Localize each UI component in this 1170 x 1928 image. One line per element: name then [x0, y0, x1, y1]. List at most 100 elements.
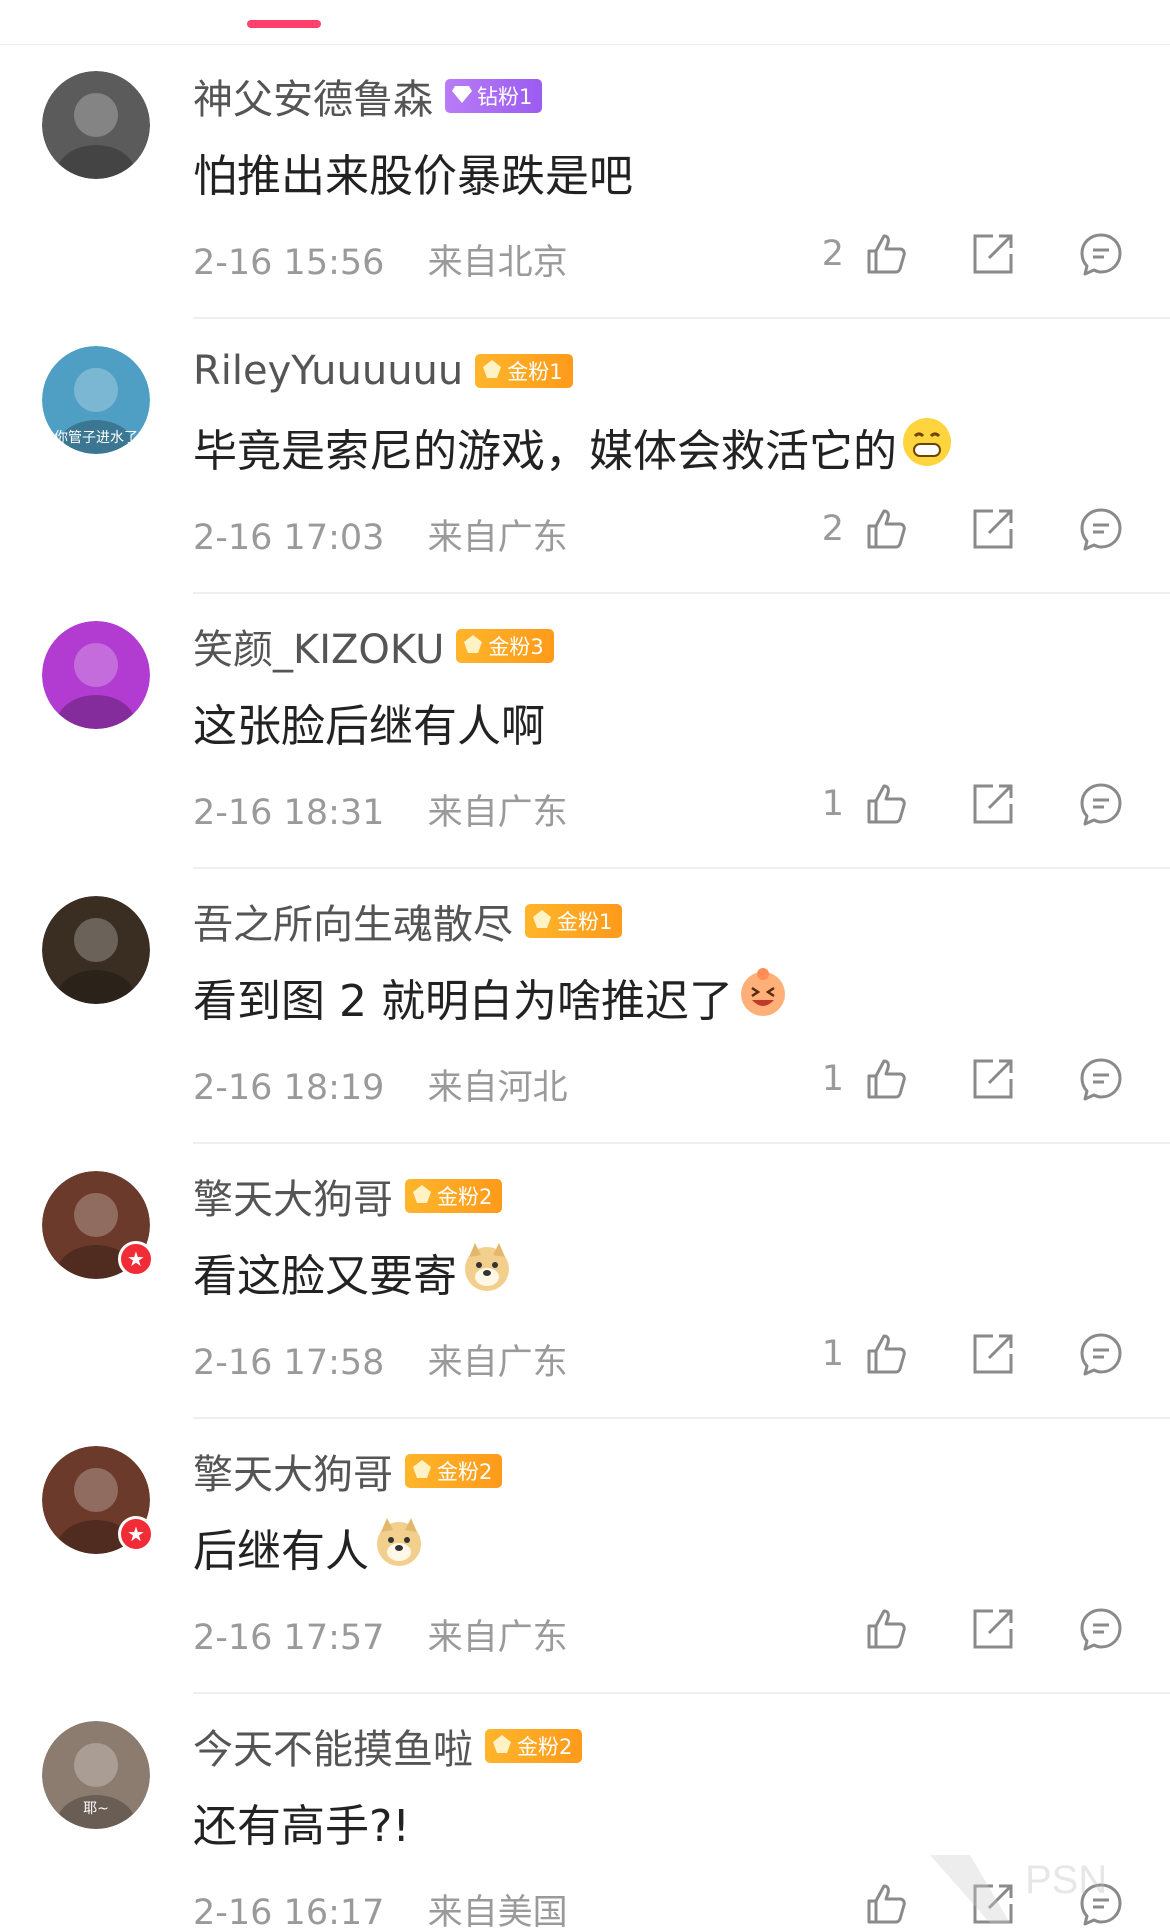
fan-level-label: 金粉2 — [517, 1735, 573, 1759]
laugh-emoji — [737, 966, 789, 1029]
fan-level-label: 金粉2 — [437, 1460, 493, 1484]
like-count: 1 — [821, 1059, 844, 1099]
comment-location: 来自北京 — [427, 243, 568, 283]
comment-meta: 2-16 18:31 来自广东 — [193, 784, 568, 835]
comment-text: 还有高手?! — [193, 1790, 410, 1854]
like-icon[interactable] — [862, 505, 910, 553]
avatar[interactable] — [42, 896, 150, 1004]
fan-level-badge[interactable]: 金粉2 — [485, 1729, 583, 1763]
like-icon[interactable] — [862, 780, 910, 828]
reply-icon[interactable] — [1077, 1605, 1125, 1653]
share-icon[interactable] — [969, 1605, 1017, 1653]
gold-fan-icon — [462, 633, 488, 660]
share-icon[interactable] — [969, 780, 1017, 828]
psn-watermark: PSN — [930, 1855, 1107, 1923]
reply-icon[interactable] — [1077, 230, 1125, 278]
gold-fan-icon — [481, 358, 507, 385]
comment-item[interactable]: ★ 擎天大狗哥 金粉2 后继有人 2-16 17:57 来自广东 — [0, 1419, 1170, 1694]
user-row: 擎天大狗哥 金粉2 — [193, 1167, 503, 1225]
fan-level-badge[interactable]: 钻粉1 — [445, 79, 543, 113]
avatar[interactable] — [42, 71, 150, 179]
comment-meta: 2-16 17:03 来自广东 — [193, 509, 568, 560]
avatar[interactable]: 耶~ — [42, 1721, 150, 1829]
comment-time: 2-16 18:19 — [193, 1068, 385, 1108]
username[interactable]: 今天不能摸鱼啦 — [193, 1717, 473, 1775]
comment-item[interactable]: 吾之所向生魂散尽 金粉1 看到图 2 就明白为啥推迟了 2-16 18:19 来… — [0, 869, 1170, 1144]
avatar[interactable] — [42, 621, 150, 729]
avatar-image: 耶~ — [42, 1721, 150, 1829]
fan-level-badge[interactable]: 金粉2 — [405, 1179, 503, 1213]
comment-body: 这张脸后继有人啊 — [193, 701, 545, 752]
user-row: 神父安德鲁森 钻粉1 — [193, 67, 543, 125]
username[interactable]: 擎天大狗哥 — [193, 1442, 393, 1500]
comment-meta: 2-16 17:57 来自广东 — [193, 1609, 568, 1660]
fan-level-label: 钻粉1 — [477, 85, 533, 109]
like-count: 2 — [821, 509, 844, 549]
gold-fan-icon — [411, 1458, 437, 1485]
fan-level-badge[interactable]: 金粉1 — [525, 904, 623, 938]
comment-time: 2-16 17:58 — [193, 1343, 385, 1383]
share-icon[interactable] — [969, 1330, 1017, 1378]
user-row: 今天不能摸鱼啦 金粉2 — [193, 1717, 583, 1775]
comment-text: 毕竟是索尼的游戏，媒体会救活它的 — [193, 415, 953, 479]
reply-icon[interactable] — [1077, 780, 1125, 828]
reply-icon[interactable] — [1077, 505, 1125, 553]
gold-fan-icon — [411, 1183, 437, 1210]
comment-body: 还有高手?! — [193, 1801, 410, 1852]
comment-text: 看这脸又要寄 — [193, 1240, 513, 1304]
fan-level-badge[interactable]: 金粉1 — [475, 354, 573, 388]
username[interactable]: RileyYuuuuuu — [193, 348, 463, 394]
comment-body: 看到图 2 就明白为啥推迟了 — [193, 976, 733, 1027]
comment-text: 这张脸后继有人啊 — [193, 690, 545, 754]
top-tab-bar — [0, 0, 1170, 45]
comment-text: 后继有人 — [193, 1515, 425, 1579]
comment-location: 来自广东 — [427, 1343, 568, 1383]
comment-item[interactable]: 笑颜_KIZOKU 金粉3 这张脸后继有人啊 2-16 18:31 来自广东 1 — [0, 594, 1170, 869]
user-row: 笑颜_KIZOKU 金粉3 — [193, 618, 554, 674]
active-tab-indicator — [247, 20, 321, 28]
vip-star-badge: ★ — [118, 1516, 154, 1552]
comment-item[interactable]: ★ 擎天大狗哥 金粉2 看这脸又要寄 2-16 17:58 来自广东 1 — [0, 1144, 1170, 1419]
comment-body: 怕推出来股价暴跌是吧 — [193, 151, 633, 202]
comment-item[interactable]: 你管子进水了 RileyYuuuuuu 金粉1 毕竟是索尼的游戏，媒体会救活它的… — [0, 319, 1170, 594]
avatar-image — [42, 621, 150, 729]
comment-time: 2-16 18:31 — [193, 793, 385, 833]
share-icon[interactable] — [969, 1055, 1017, 1103]
comment-location: 来自广东 — [427, 518, 568, 558]
comment-location: 来自河北 — [427, 1068, 568, 1108]
username[interactable]: 神父安德鲁森 — [193, 67, 433, 125]
comment-meta: 2-16 17:58 来自广东 — [193, 1334, 568, 1385]
avatar-caption: 耶~ — [83, 1801, 109, 1817]
username[interactable]: 擎天大狗哥 — [193, 1167, 393, 1225]
username[interactable]: 吾之所向生魂散尽 — [193, 892, 513, 950]
avatar[interactable]: 你管子进水了 — [42, 346, 150, 454]
share-icon[interactable] — [969, 505, 1017, 553]
avatar-caption: 你管子进水了 — [54, 430, 138, 446]
watermark-text: PSN — [1025, 1858, 1107, 1902]
fan-level-badge[interactable]: 金粉2 — [405, 1454, 503, 1488]
avatar-image — [42, 896, 150, 1004]
comment-item[interactable]: 神父安德鲁森 钻粉1 怕推出来股价暴跌是吧 2-16 15:56 来自北京 2 — [0, 44, 1170, 319]
gold-fan-icon — [491, 1733, 517, 1760]
reply-icon[interactable] — [1077, 1330, 1125, 1378]
like-icon[interactable] — [862, 1880, 910, 1928]
like-icon[interactable] — [862, 230, 910, 278]
reply-icon[interactable] — [1077, 1055, 1125, 1103]
comment-meta: 2-16 16:17 来自美国 — [193, 1884, 568, 1928]
like-icon[interactable] — [862, 1055, 910, 1103]
comment-meta: 2-16 18:19 来自河北 — [193, 1059, 568, 1110]
fan-level-label: 金粉1 — [507, 360, 563, 384]
comment-time: 2-16 16:17 — [193, 1893, 385, 1928]
comment-time: 2-16 15:56 — [193, 243, 385, 283]
avatar[interactable]: ★ — [42, 1446, 154, 1554]
user-row: RileyYuuuuuu 金粉1 — [193, 343, 573, 399]
share-icon[interactable] — [969, 230, 1017, 278]
like-icon[interactable] — [862, 1605, 910, 1653]
like-count: 2 — [821, 234, 844, 274]
comment-location: 来自广东 — [427, 793, 568, 833]
username[interactable]: 笑颜_KIZOKU — [193, 617, 444, 675]
fan-level-badge[interactable]: 金粉3 — [456, 629, 554, 663]
like-icon[interactable] — [862, 1330, 910, 1378]
comment-body: 毕竟是索尼的游戏，媒体会救活它的 — [193, 426, 897, 477]
avatar[interactable]: ★ — [42, 1171, 154, 1279]
